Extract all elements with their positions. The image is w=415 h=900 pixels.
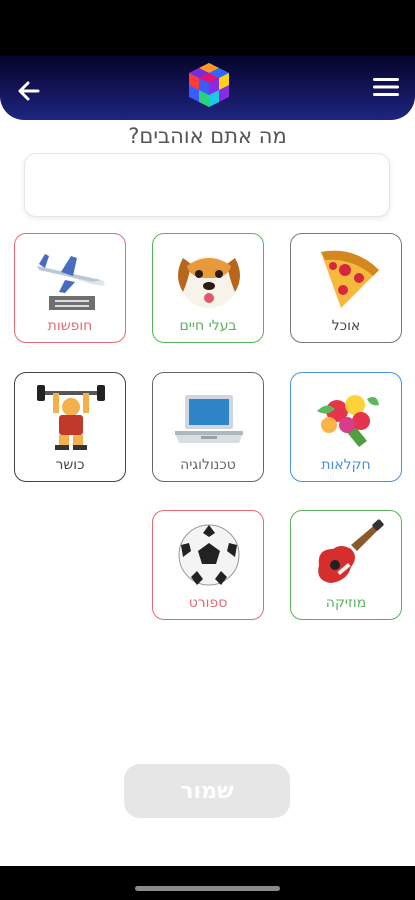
dog-face-icon [178,256,240,308]
question-heading: מה אתם אוהבים? [128,124,287,148]
category-tile-sports[interactable]: ספורט [152,510,264,620]
arrow-left-icon [18,81,40,101]
category-label: כושר [55,457,85,473]
answer-input[interactable] [24,153,390,217]
category-label: מוזיקה [325,595,367,611]
category-tile-fitness[interactable]: כושר [14,372,126,482]
app-header [0,56,415,120]
flower-bouquet-icon [317,395,379,447]
home-indicator-bar [0,866,415,900]
laptop-icon [175,395,243,443]
weightlifter-icon [37,385,105,450]
category-tile-agriculture[interactable]: חקלאות [290,372,402,482]
category-label: טכנולוגיה [180,457,236,473]
category-label: אוכל [331,318,361,334]
pizza-icon [321,250,379,308]
back-button[interactable] [14,76,44,106]
hamburger-menu-icon [373,78,399,96]
category-tile-music[interactable]: מוזיקה [290,510,402,620]
status-bar [0,0,415,56]
airplane-icon [37,254,105,310]
soccer-ball-icon [178,524,240,586]
category-label: ספורט [188,595,228,611]
category-label: בעלי חיים [179,318,237,334]
home-indicator[interactable] [135,886,280,891]
colorful-cube-logo [189,63,229,107]
category-tile-food[interactable]: אוכל [290,233,402,343]
save-button[interactable]: שמור [124,764,290,818]
category-label: חקלאות [321,457,371,473]
category-label: חופשות [47,318,93,334]
category-tile-vacations[interactable]: חופשות [14,233,126,343]
category-tile-animals[interactable]: בעלי חיים [152,233,264,343]
menu-button[interactable] [371,72,401,102]
guitar-icon [318,519,384,583]
category-tile-technology[interactable]: טכנולוגיה [152,372,264,482]
